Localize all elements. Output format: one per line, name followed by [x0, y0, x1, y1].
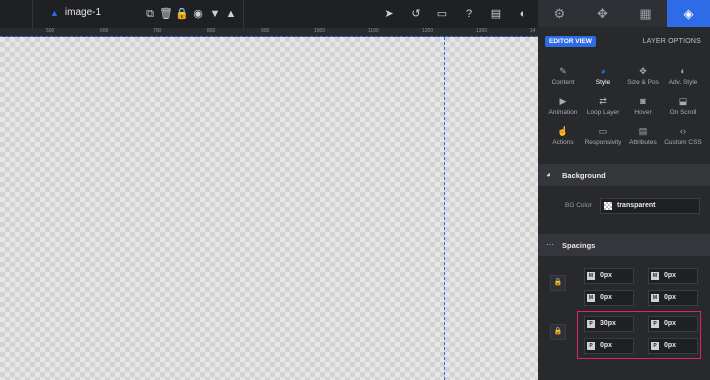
editor-canvas[interactable]	[0, 37, 538, 380]
palette-icon: ◕	[546, 170, 551, 179]
ruler-tick: 14	[530, 28, 536, 34]
actions-tab[interactable]: ☝ Actions	[543, 126, 583, 154]
ruler-tick: 900	[261, 28, 270, 34]
chevron-down-icon[interactable]: ▼	[208, 7, 222, 21]
on-scroll-tab[interactable]: ⬓ On Scroll	[663, 96, 703, 124]
hover-tab[interactable]: ◙ Hover	[623, 96, 663, 124]
size-pos-tab[interactable]: ✥ Size & Pos	[623, 66, 663, 94]
panel-tabs: ⚙ ✥ ▦ ◈	[538, 0, 710, 27]
toolbar-divider	[243, 0, 244, 28]
margin-lock-icon[interactable]: 🔒	[550, 275, 566, 291]
margin-bottom-input[interactable]: M 0px	[584, 290, 634, 306]
gear-icon[interactable]: ⚙	[538, 0, 581, 27]
top-toolbar: ▲ image-1 ⧉ 🗑 🔒 ◉ ▼ ▲ ➤ ↺ ▭ ? ▤ ◐	[0, 0, 538, 28]
custom-css-tab[interactable]: ‹› Custom CSS	[663, 126, 703, 154]
eye-icon[interactable]: ◉	[191, 7, 205, 21]
layer-options-title: LAYER OPTIONS	[642, 38, 701, 45]
code-icon: ‹›	[680, 126, 686, 136]
attributes-tab[interactable]: ▤ Attributes	[623, 126, 663, 154]
loop-layer-tab[interactable]: ⇄ Loop Layer	[583, 96, 623, 124]
editor-view-button[interactable]: EDITOR VIEW	[545, 36, 596, 47]
padding-lock-icon[interactable]: 🔒	[550, 324, 566, 340]
contrast-icon: ◐	[680, 66, 686, 76]
grid-icon[interactable]: ▦	[624, 0, 667, 27]
pencil-icon: ✎	[559, 66, 567, 76]
vertical-guide-line[interactable]	[444, 37, 445, 380]
content-tab[interactable]: ✎ Content	[543, 66, 583, 94]
comment-icon[interactable]: ▤	[489, 7, 503, 21]
bg-color-label: BG Color	[565, 202, 592, 209]
mode-row: EDITOR VIEW LAYER OPTIONS	[538, 27, 710, 55]
ruler-tick: 1200	[422, 28, 434, 34]
layer-name[interactable]: ▲ image-1	[50, 7, 101, 18]
horizontal-guide-line	[0, 36, 538, 37]
scroll-icon: ⬓	[678, 96, 688, 106]
layers-icon[interactable]: ◈	[667, 0, 710, 27]
ruler-tick: 800	[207, 28, 216, 34]
responsivity-tab[interactable]: ▭ Responsivity	[583, 126, 623, 154]
image-layer-icon: ▲	[50, 7, 59, 18]
spacings-section-header[interactable]: ··· Spacings	[538, 234, 710, 256]
ruler-tick: 1100	[368, 28, 379, 34]
animation-tab[interactable]: ▶ Animation	[543, 96, 583, 124]
ruler-tick: 1300	[476, 28, 488, 34]
copy-icon[interactable]: ⧉	[143, 7, 157, 21]
move-icon[interactable]: ✥	[581, 0, 624, 27]
margin-top-input[interactable]: M 0px	[584, 268, 634, 284]
background-section-header[interactable]: ◕ Background	[538, 164, 710, 186]
desktop-icon[interactable]: ▭	[435, 7, 449, 21]
contrast-icon[interactable]: ◐	[516, 7, 530, 21]
dots-icon: ···	[546, 240, 554, 249]
move-icon: ✥	[639, 66, 647, 76]
hand-pointer-icon: ☝	[557, 126, 569, 136]
responsive-icon: ▭	[598, 126, 608, 136]
margin-right-input[interactable]: M 0px	[648, 268, 698, 284]
ruler-tick: 700	[153, 28, 162, 34]
lock-icon[interactable]: 🔒	[175, 7, 189, 21]
layer-name-text: image-1	[64, 7, 102, 18]
ruler-tick: 500	[46, 28, 55, 34]
trash-icon[interactable]: 🗑	[159, 7, 173, 21]
transparent-swatch-icon	[604, 202, 612, 210]
loop-icon: ⇄	[599, 96, 607, 106]
style-tab[interactable]: ◕ Style	[583, 66, 623, 94]
chevron-up-icon[interactable]: ▲	[224, 7, 238, 21]
play-icon: ▶	[559, 96, 567, 106]
undo-icon[interactable]: ↺	[409, 7, 423, 21]
toolbar-divider	[32, 0, 33, 28]
cursor-icon[interactable]: ➤	[382, 7, 396, 21]
ruler-tick: 600	[100, 28, 109, 34]
ruler-tick: 1000	[314, 28, 326, 34]
help-icon[interactable]: ?	[462, 7, 476, 21]
mouse-icon: ◙	[640, 96, 646, 106]
margin-left-input[interactable]: M 0px	[648, 290, 698, 306]
palette-icon: ◕	[600, 66, 606, 76]
padding-highlight-box	[577, 311, 701, 359]
adv-style-tab[interactable]: ◐ Adv. Style	[663, 66, 703, 94]
file-icon: ▤	[638, 126, 648, 136]
bg-color-picker[interactable]: transparent	[600, 198, 700, 214]
